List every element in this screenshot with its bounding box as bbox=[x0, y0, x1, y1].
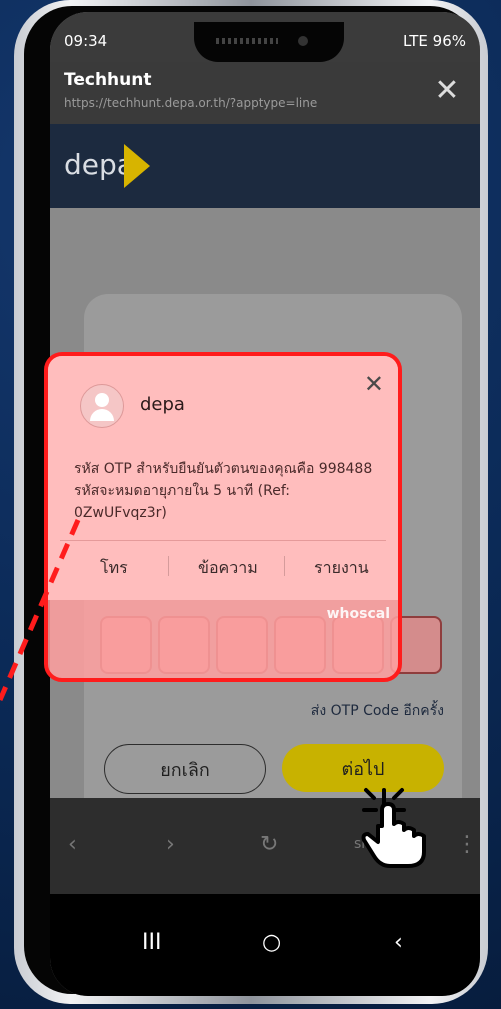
system-nav-bar: III ○ ‹ bbox=[50, 894, 480, 996]
watermark: whoscal bbox=[326, 606, 390, 622]
status-time: 09:34 bbox=[64, 32, 108, 50]
back-nav-icon[interactable]: ‹ bbox=[394, 930, 403, 955]
action-divider bbox=[168, 556, 169, 576]
back-icon[interactable]: ‹ bbox=[68, 832, 77, 857]
depa-header: depa bbox=[50, 124, 480, 208]
call-action[interactable]: โทร bbox=[100, 556, 128, 581]
menu-icon[interactable]: ⋮ bbox=[456, 832, 478, 857]
status-right: LTE 96% bbox=[403, 32, 466, 50]
cancel-button[interactable]: ยกเลิก bbox=[104, 744, 266, 794]
close-icon[interactable]: ✕ bbox=[364, 370, 384, 398]
forward-icon[interactable]: › bbox=[166, 832, 175, 857]
otp-message: รหัส OTP สำหรับยืนยันตัวตนของคุณคือ 9984… bbox=[74, 461, 373, 521]
report-action[interactable]: รายงาน bbox=[314, 556, 369, 581]
tap-hand-icon bbox=[361, 788, 426, 868]
speaker-grille bbox=[216, 38, 278, 44]
sender-name: depa bbox=[140, 394, 185, 415]
avatar bbox=[80, 384, 124, 428]
browser-title: Techhunt bbox=[64, 70, 152, 90]
popup-header: depa ✕ รหัส OTP สำหรับยืนยันตัวตนของคุณค… bbox=[48, 356, 398, 600]
recent-apps-icon[interactable]: III bbox=[142, 930, 161, 955]
notification-actions: โทร ข้อความ รายงาน bbox=[48, 550, 398, 590]
status-bar: 09:34 LTE 96% bbox=[50, 12, 480, 62]
browser-close-button[interactable]: ✕ bbox=[432, 76, 462, 106]
browser-url: https://techhunt.depa.or.th/?apptype=lin… bbox=[64, 96, 318, 110]
camera-icon bbox=[298, 36, 308, 46]
resend-otp-link[interactable]: ส่ง OTP Code อีกครั้ง bbox=[311, 700, 444, 722]
signal-label: LTE bbox=[402, 32, 428, 50]
message-action[interactable]: ข้อความ bbox=[198, 556, 258, 581]
divider bbox=[60, 540, 386, 541]
depa-logo-arrow-icon bbox=[124, 144, 150, 188]
camera-notch bbox=[194, 22, 344, 62]
browser-toolbar: Techhunt https://techhunt.depa.or.th/?ap… bbox=[50, 62, 480, 124]
battery-label: 96% bbox=[432, 32, 466, 50]
otp-notification-popup: depa ✕ รหัส OTP สำหรับยืนยันตัวตนของคุณค… bbox=[44, 352, 402, 682]
action-divider bbox=[284, 556, 285, 576]
home-icon[interactable]: ○ bbox=[262, 930, 281, 955]
reload-icon[interactable]: ↻ bbox=[260, 832, 278, 857]
